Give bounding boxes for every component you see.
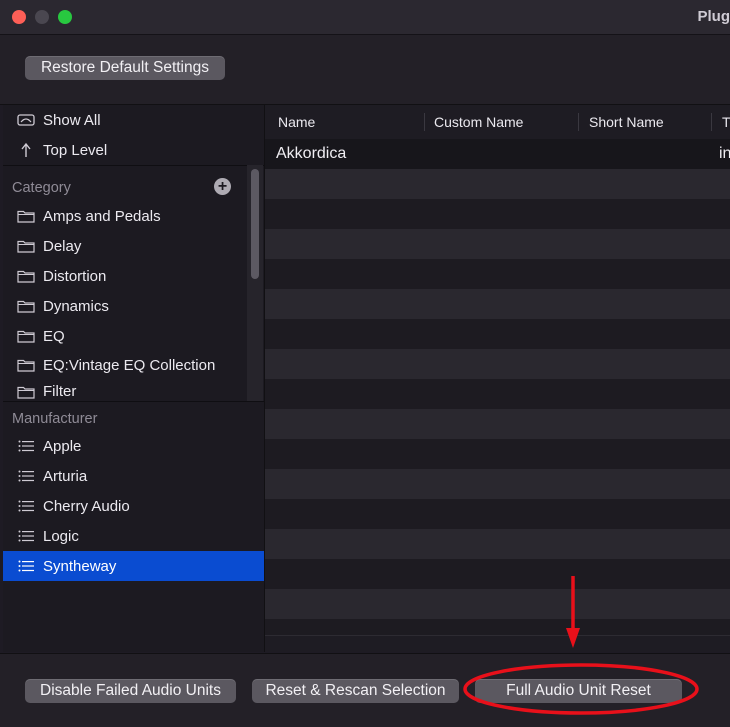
sidebar-item-distortion[interactable]: Distortion bbox=[3, 261, 247, 291]
horizontal-scrollbar[interactable] bbox=[265, 635, 730, 652]
column-header-short-name[interactable]: Short Name bbox=[589, 114, 664, 130]
sidebar-divider bbox=[3, 165, 264, 166]
list-icon bbox=[17, 528, 35, 544]
sidebar-item-label: Arturia bbox=[43, 468, 87, 485]
folder-icon bbox=[17, 268, 35, 284]
empty-row bbox=[265, 319, 730, 349]
plugin-table: Name Custom Name Short Name Ty Akkordica… bbox=[265, 105, 730, 652]
empty-row bbox=[265, 259, 730, 289]
restore-default-settings-button[interactable]: Restore Default Settings bbox=[25, 56, 225, 80]
list-icon bbox=[17, 438, 35, 454]
list-icon bbox=[17, 498, 35, 514]
table-header: Name Custom Name Short Name Ty bbox=[265, 105, 730, 140]
sidebar-item-syntheway[interactable]: Syntheway bbox=[3, 551, 264, 581]
close-window-button[interactable] bbox=[12, 10, 26, 24]
sidebar-item-label: Cherry Audio bbox=[43, 498, 130, 515]
empty-row bbox=[265, 199, 730, 229]
sidebar-item-label: Top Level bbox=[43, 142, 107, 159]
sidebar-item-cherry-audio[interactable]: Cherry Audio bbox=[3, 491, 264, 521]
reset-rescan-selection-button[interactable]: Reset & Rescan Selection bbox=[252, 679, 459, 703]
empty-row bbox=[265, 559, 730, 589]
cell-name: Akkordica bbox=[276, 145, 346, 163]
zoom-window-button[interactable] bbox=[58, 10, 72, 24]
empty-row bbox=[265, 589, 730, 619]
disable-failed-audio-units-button[interactable]: Disable Failed Audio Units bbox=[25, 679, 236, 703]
manufacturer-header: Manufacturer bbox=[12, 411, 97, 427]
sidebar-item-label: Filter bbox=[43, 383, 76, 400]
folder-icon bbox=[17, 208, 35, 224]
empty-row bbox=[265, 349, 730, 379]
cell-type: in bbox=[719, 145, 730, 163]
empty-row bbox=[265, 529, 730, 559]
column-header-custom-name[interactable]: Custom Name bbox=[434, 114, 523, 130]
sidebar-item-label: EQ:Vintage EQ Collection bbox=[43, 357, 215, 374]
top-level-arrow-icon bbox=[17, 142, 35, 158]
sidebar-item-logic[interactable]: Logic bbox=[3, 521, 264, 551]
add-category-button[interactable]: + bbox=[214, 178, 231, 195]
sidebar-item-amps-and-pedals[interactable]: Amps and Pedals bbox=[3, 201, 247, 231]
folder-icon bbox=[17, 328, 35, 344]
sidebar-item-apple[interactable]: Apple bbox=[3, 431, 264, 461]
empty-row bbox=[265, 469, 730, 499]
show-all-icon bbox=[17, 112, 35, 128]
sidebar-item-show-all[interactable]: Show All bbox=[3, 105, 264, 135]
category-scrollbar[interactable] bbox=[251, 169, 259, 279]
folder-icon bbox=[17, 238, 35, 254]
column-separator[interactable] bbox=[711, 113, 712, 131]
sidebar-item-label: Logic bbox=[43, 528, 79, 545]
empty-row bbox=[265, 379, 730, 409]
list-icon bbox=[17, 558, 35, 574]
table-row[interactable]: Akkordica in bbox=[265, 139, 730, 169]
sidebar-item-filter[interactable]: Filter bbox=[3, 380, 247, 400]
column-separator[interactable] bbox=[578, 113, 579, 131]
sidebar: Show All Top Level Category + Amps and P… bbox=[3, 105, 265, 652]
empty-row bbox=[265, 229, 730, 259]
sidebar-item-eq-vintage[interactable]: EQ:Vintage EQ Collection bbox=[3, 350, 247, 380]
empty-row bbox=[265, 169, 730, 199]
folder-icon bbox=[17, 357, 35, 373]
sidebar-item-label: EQ bbox=[43, 328, 65, 345]
empty-row bbox=[265, 439, 730, 469]
sidebar-item-dynamics[interactable]: Dynamics bbox=[3, 291, 247, 321]
minimize-window-button[interactable] bbox=[35, 10, 49, 24]
category-header: Category bbox=[12, 180, 71, 196]
folder-icon bbox=[17, 384, 35, 400]
title-bar: Plug bbox=[0, 0, 730, 35]
empty-row bbox=[265, 409, 730, 439]
sidebar-item-label: Amps and Pedals bbox=[43, 208, 161, 225]
sidebar-item-arturia[interactable]: Arturia bbox=[3, 461, 264, 491]
window-title: Plug bbox=[698, 8, 730, 25]
bottom-bar: Disable Failed Audio Units Reset & Resca… bbox=[0, 653, 730, 727]
empty-row bbox=[265, 289, 730, 319]
sidebar-item-label: Show All bbox=[43, 112, 101, 129]
empty-row bbox=[265, 619, 730, 635]
sidebar-item-eq[interactable]: EQ bbox=[3, 321, 247, 351]
sidebar-item-label: Delay bbox=[43, 238, 81, 255]
sidebar-item-delay[interactable]: Delay bbox=[3, 231, 247, 261]
column-header-type[interactable]: Ty bbox=[722, 114, 730, 130]
sidebar-item-label: Distortion bbox=[43, 268, 106, 285]
full-audio-unit-reset-button[interactable]: Full Audio Unit Reset bbox=[475, 679, 682, 703]
empty-row bbox=[265, 499, 730, 529]
list-icon bbox=[17, 468, 35, 484]
folder-icon bbox=[17, 298, 35, 314]
column-header-name[interactable]: Name bbox=[278, 114, 315, 130]
column-separator[interactable] bbox=[424, 113, 425, 131]
toolbar: Restore Default Settings bbox=[0, 35, 730, 105]
sidebar-item-label: Apple bbox=[43, 438, 81, 455]
sidebar-item-top-level[interactable]: Top Level bbox=[3, 135, 264, 165]
sidebar-item-label: Syntheway bbox=[43, 558, 116, 575]
sidebar-item-label: Dynamics bbox=[43, 298, 109, 315]
